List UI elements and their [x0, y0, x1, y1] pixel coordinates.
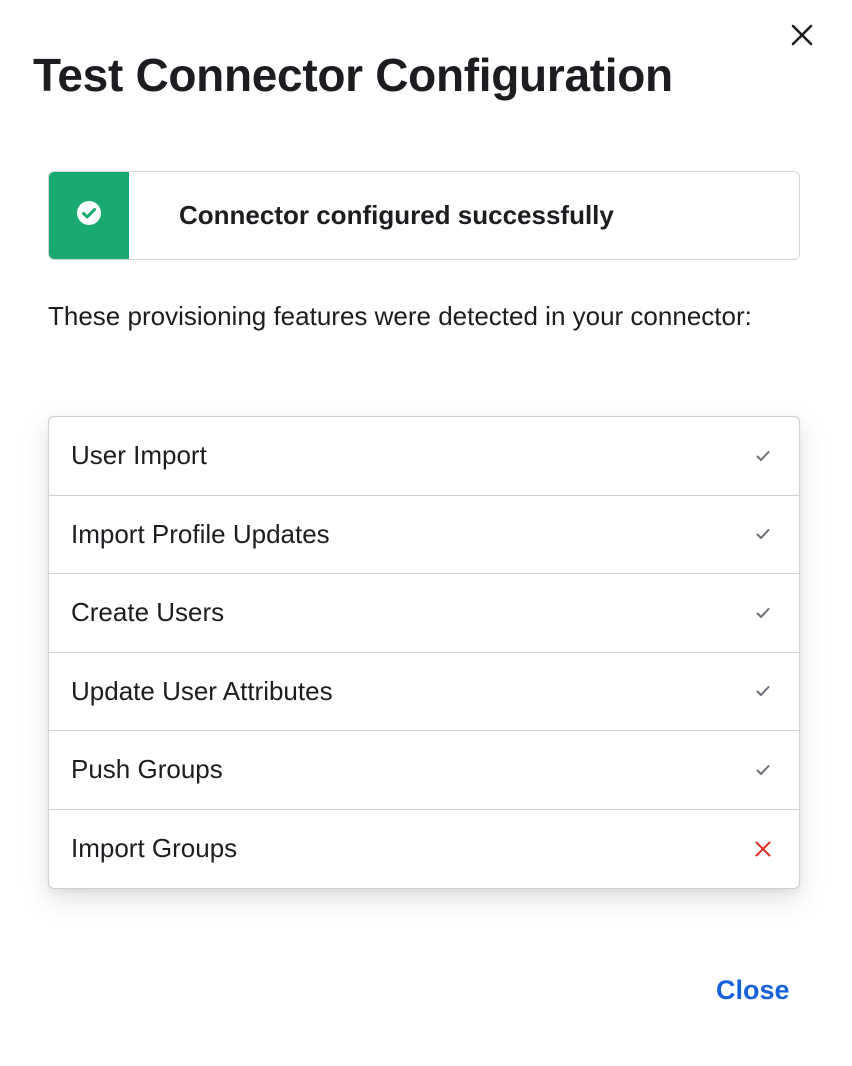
- feature-label: Import Profile Updates: [71, 518, 330, 549]
- feature-label: Update User Attributes: [71, 675, 333, 706]
- feature-label: Import Groups: [71, 833, 238, 864]
- check-icon: [753, 446, 773, 466]
- dialog-title: Test Connector Configuration: [33, 49, 673, 101]
- x-icon: [753, 839, 773, 859]
- test-connector-dialog: Test Connector Configuration Connector c…: [0, 0, 852, 1066]
- check-icon: [753, 681, 773, 701]
- feature-row-push-groups: Push Groups: [49, 731, 799, 810]
- banner-status-strip: [49, 172, 129, 259]
- features-description: These provisioning features were detecte…: [48, 301, 752, 331]
- feature-row-user-import: User Import: [49, 417, 799, 496]
- check-icon: [753, 760, 773, 780]
- success-banner: Connector configured successfully: [48, 171, 800, 260]
- feature-row-import-profile-updates: Import Profile Updates: [49, 496, 799, 574]
- close-icon[interactable]: [786, 19, 818, 51]
- banner-message: Connector configured successfully: [179, 200, 614, 230]
- check-icon: [753, 524, 773, 544]
- feature-label: User Import: [71, 440, 207, 471]
- feature-label: Push Groups: [71, 754, 223, 785]
- feature-row-import-groups: Import Groups: [49, 810, 799, 889]
- features-list: User Import Import Profile Updates Creat…: [48, 416, 800, 889]
- check-icon: [753, 603, 773, 623]
- feature-row-create-users: Create Users: [49, 574, 799, 653]
- check-circle-icon: [77, 201, 101, 230]
- feature-label: Create Users: [71, 597, 225, 628]
- close-button[interactable]: Close: [716, 975, 790, 1006]
- feature-row-update-user-attributes: Update User Attributes: [49, 653, 799, 731]
